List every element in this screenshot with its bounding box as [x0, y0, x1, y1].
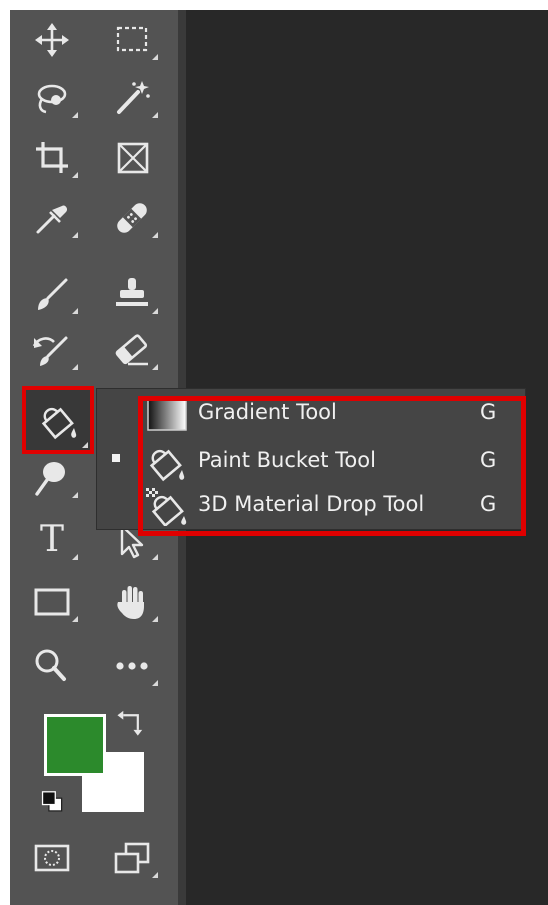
default-colors-icon: [41, 791, 63, 812]
history-brush-icon: [32, 336, 68, 366]
selected-tool-indicator: [112, 454, 120, 462]
default-colors-button[interactable]: [36, 786, 72, 818]
paint-bucket-highlight: [22, 386, 94, 454]
dodge-icon: [35, 462, 65, 496]
lasso-tool[interactable]: [24, 76, 80, 120]
move-icon: [35, 23, 69, 57]
flyout-highlight: [138, 396, 526, 536]
rectangular-marquee-icon: [116, 26, 148, 52]
rectangle-icon: [34, 588, 70, 616]
hand-icon: [117, 586, 144, 619]
dodge-tool[interactable]: [24, 456, 80, 500]
eyedropper-icon: [36, 205, 68, 234]
zoom-tool[interactable]: [24, 644, 80, 688]
rectangle-tool[interactable]: [24, 580, 80, 624]
frame-icon: [117, 142, 149, 174]
zoom-icon: [35, 649, 66, 681]
marquee-tool[interactable]: [104, 18, 160, 62]
brush-tool[interactable]: [24, 272, 80, 316]
screen-mode-icon: [114, 842, 150, 874]
eyedropper-tool[interactable]: [24, 196, 80, 240]
swap-colors-button[interactable]: [112, 706, 152, 742]
stamp-icon: [116, 278, 148, 306]
quick-mask-icon: [34, 844, 70, 872]
ellipsis-icon: [116, 662, 148, 670]
quick-mask-button[interactable]: [24, 836, 80, 880]
eraser-tool[interactable]: [104, 328, 160, 372]
brush-icon: [38, 278, 68, 310]
more-tools[interactable]: [104, 644, 160, 688]
hand-tool[interactable]: [104, 580, 160, 624]
swap-arrows-icon: [117, 710, 143, 736]
magic-wand-tool[interactable]: [104, 76, 160, 120]
type-icon: T: [39, 519, 64, 560]
magic-wand-icon: [117, 81, 150, 114]
type-tool[interactable]: T: [24, 518, 80, 562]
clone-stamp-tool[interactable]: [104, 272, 160, 316]
move-tool[interactable]: [24, 18, 80, 62]
frame-tool[interactable]: [104, 136, 160, 180]
screen-mode-button[interactable]: [104, 836, 160, 880]
crop-tool[interactable]: [24, 136, 80, 180]
healing-brush-tool[interactable]: [104, 196, 160, 240]
foreground-color-swatch[interactable]: [44, 714, 106, 776]
lasso-icon: [37, 84, 67, 114]
eraser-icon: [115, 334, 148, 366]
bandage-icon: [117, 203, 147, 233]
history-brush-tool[interactable]: [24, 328, 80, 372]
crop-icon: [36, 142, 68, 173]
